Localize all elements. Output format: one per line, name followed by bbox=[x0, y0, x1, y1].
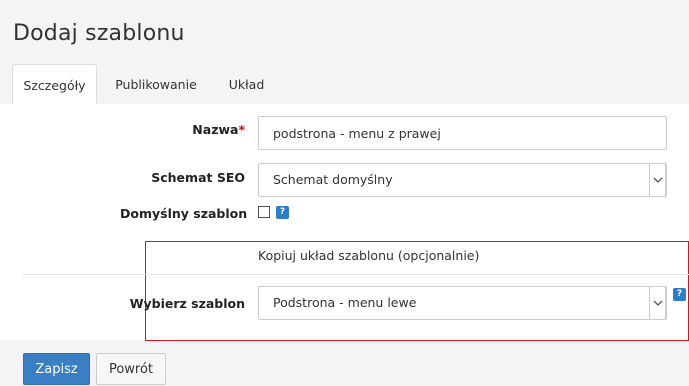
name-input[interactable] bbox=[258, 116, 667, 150]
default-template-checkbox[interactable] bbox=[258, 206, 270, 218]
template-select-value: Podstrona - menu lewe bbox=[273, 295, 417, 310]
help-icon[interactable]: ? bbox=[673, 288, 686, 301]
required-mark: * bbox=[238, 122, 245, 137]
tab-bar: Szczegóły Publikowanie Układ bbox=[0, 64, 689, 105]
tab-szczegoly[interactable]: Szczegóły bbox=[12, 64, 97, 104]
name-label-text: Nazwa bbox=[192, 122, 239, 137]
back-button[interactable]: Powrót bbox=[96, 353, 166, 385]
save-button[interactable]: Zapisz bbox=[23, 353, 90, 385]
seo-select-value: Schemat domyślny bbox=[273, 172, 393, 187]
tab-label: Szczegóły bbox=[23, 78, 86, 93]
tab-uklad[interactable]: Układ bbox=[219, 64, 274, 104]
seo-select[interactable]: Schemat domyślny bbox=[258, 163, 667, 197]
seo-label: Schemat SEO bbox=[151, 170, 245, 185]
template-select-label: Wybierz szablon bbox=[129, 296, 245, 311]
copy-layout-note: Kopiuj układ szablonu (opcjonalnie) bbox=[258, 248, 480, 263]
chevron-down-icon bbox=[649, 286, 666, 320]
name-label: Nazwa* bbox=[140, 122, 245, 137]
template-select[interactable]: Podstrona - menu lewe bbox=[258, 286, 667, 320]
tab-label: Układ bbox=[228, 77, 265, 92]
tab-publikowanie[interactable]: Publikowanie bbox=[108, 64, 204, 104]
page-header: Dodaj szablonu bbox=[0, 0, 689, 64]
divider bbox=[22, 274, 689, 275]
chevron-down-icon bbox=[649, 163, 666, 197]
default-template-label: Domyślny szablon bbox=[120, 206, 248, 221]
tab-label: Publikowanie bbox=[115, 77, 197, 92]
page-title: Dodaj szablonu bbox=[13, 21, 185, 46]
help-icon[interactable]: ? bbox=[276, 206, 289, 219]
